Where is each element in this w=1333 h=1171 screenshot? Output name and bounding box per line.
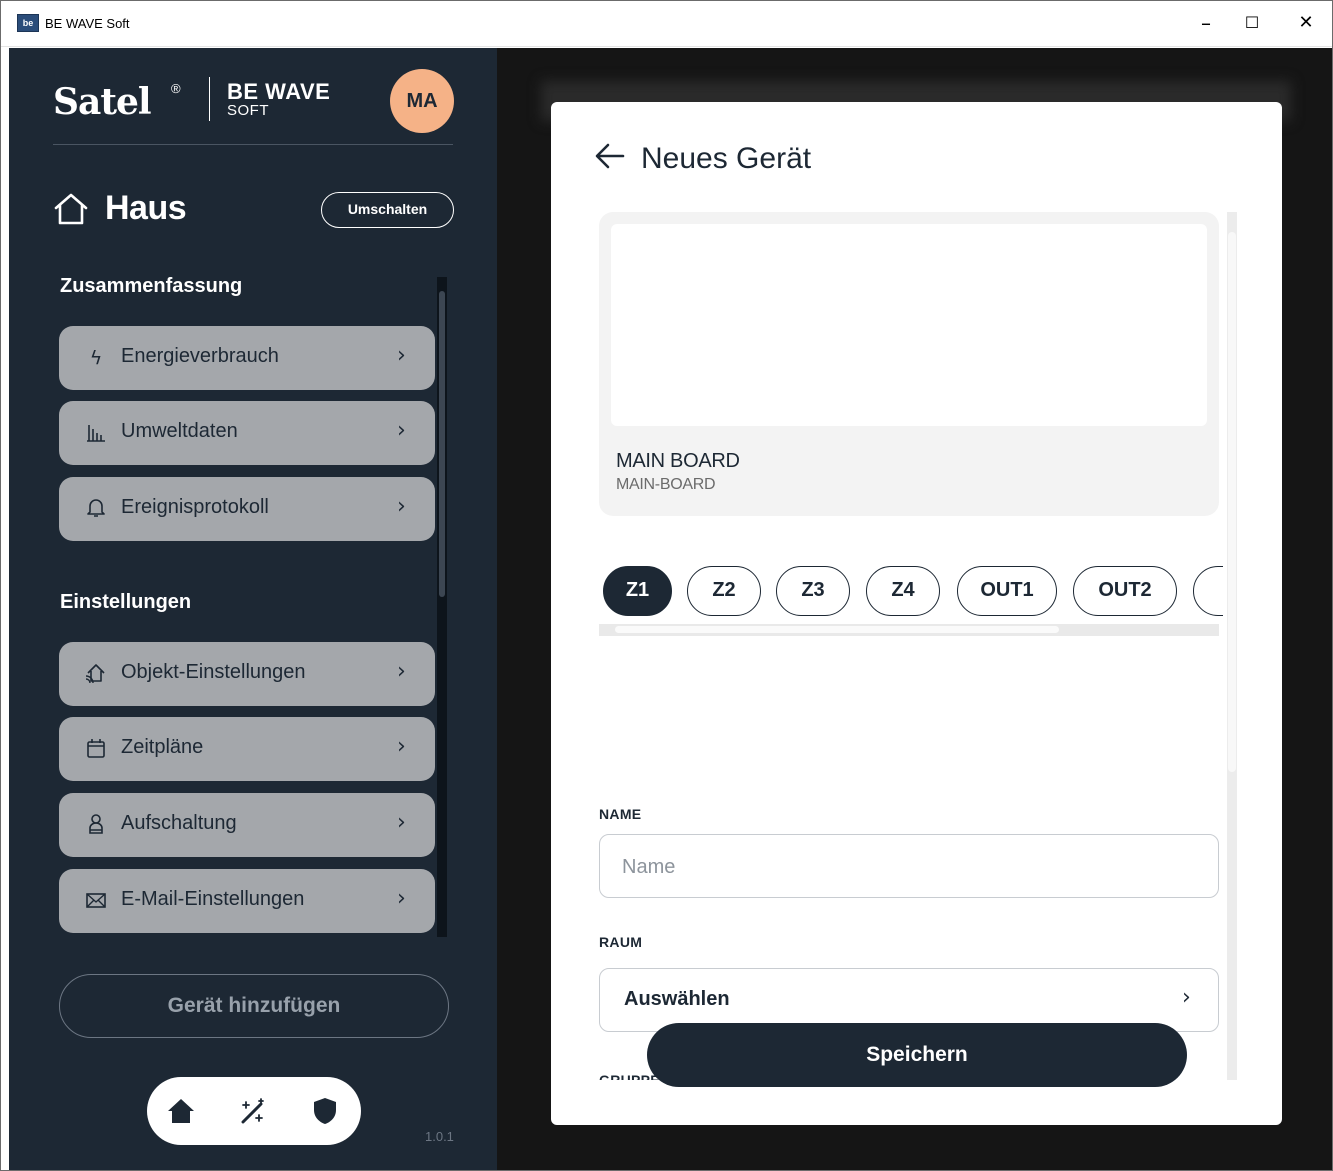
magic-wand-icon[interactable]: [237, 1095, 269, 1127]
device-image: [611, 224, 1207, 426]
lightning-icon: ϟ: [89, 347, 103, 369]
bell-icon: [85, 497, 107, 521]
chevron-right-icon: ›: [397, 494, 406, 519]
device-model: MAIN-BOARD: [616, 476, 716, 493]
menu-item-email-settings[interactable]: E-Mail-Einstellungen ›: [59, 869, 435, 933]
menu-item-label: Ereignisprotokoll: [121, 496, 269, 518]
menu-item-label: Objekt-Einstellungen: [121, 661, 306, 683]
new-device-dialog: Neues Gerät MAIN BOARD MAIN-BOARD Z1 Z2 …: [551, 102, 1282, 1125]
brand-subtitle: SOFT: [227, 102, 269, 119]
name-label: NAME: [599, 806, 642, 822]
house-wifi-icon: [85, 662, 107, 686]
chevron-right-icon: ›: [397, 343, 406, 368]
chevron-right-icon: ›: [397, 418, 406, 443]
menu-item-monitoring[interactable]: Aufschaltung ›: [59, 793, 435, 857]
menu-item-schedules[interactable]: Zeitpläne ›: [59, 717, 435, 781]
maximize-icon[interactable]: ☐: [1229, 7, 1275, 41]
channel-chip[interactable]: Z1: [603, 566, 672, 616]
logo-mark: ®: [171, 81, 181, 96]
app-window: be BE WAVE Soft – ☐ ✕ Satel ® BE WAVE SO…: [0, 0, 1333, 1171]
satel-logo: Satel: [53, 81, 152, 123]
dialog-scroll-area: MAIN BOARD MAIN-BOARD Z1 Z2 Z3 Z4 OUT1 O…: [599, 212, 1223, 1080]
channel-chip[interactable]: Z2: [687, 566, 761, 616]
menu-item-label: Aufschaltung: [121, 812, 237, 834]
menu-item-label: Zeitpläne: [121, 736, 204, 758]
app-version: 1.0.1: [425, 1129, 454, 1144]
location-name: Haus: [105, 189, 187, 227]
summary-heading: Zusammenfassung: [60, 275, 243, 297]
menu-item-label: E-Mail-Einstellungen: [121, 888, 305, 910]
menu-item-environment[interactable]: Umweltdaten ›: [59, 401, 435, 465]
avatar[interactable]: MA: [390, 69, 454, 133]
menu-item-event-log[interactable]: Ereignisprotokoll ›: [59, 477, 435, 541]
dialog-title: Neues Gerät: [641, 142, 812, 175]
chevron-right-icon: ›: [1182, 985, 1191, 1010]
house-icon: [54, 193, 88, 225]
settings-heading: Einstellungen: [60, 591, 192, 613]
menu-item-label: Energieverbrauch: [121, 345, 279, 367]
divider: [53, 144, 453, 145]
save-button[interactable]: Speichern: [647, 1023, 1187, 1087]
close-icon[interactable]: ✕: [1283, 7, 1329, 41]
app-icon: be: [17, 14, 39, 32]
channel-scrollbar-thumb[interactable]: [615, 626, 1059, 633]
bottom-dock: [147, 1077, 361, 1145]
mail-icon: [85, 889, 107, 913]
minimize-icon[interactable]: –: [1183, 7, 1229, 41]
group-label: GRUPPE: [599, 1072, 660, 1080]
menu-item-object-settings[interactable]: Objekt-Einstellungen ›: [59, 642, 435, 706]
channel-chip[interactable]: Z4: [866, 566, 940, 616]
add-device-button[interactable]: Gerät hinzufügen: [59, 974, 449, 1038]
shield-icon[interactable]: [309, 1095, 341, 1127]
channel-chip[interactable]: OUT2: [1073, 566, 1177, 616]
device-name: MAIN BOARD: [616, 450, 740, 472]
channel-chip-overflow[interactable]: [1193, 566, 1223, 616]
logo-separator: [209, 77, 210, 121]
title-bar: be BE WAVE Soft – ☐ ✕: [1, 1, 1332, 47]
chevron-right-icon: ›: [397, 810, 406, 835]
chevron-right-icon: ›: [397, 659, 406, 684]
bar-chart-icon: [85, 421, 107, 445]
room-select-value: Auswählen: [624, 988, 730, 1010]
name-input[interactable]: [622, 853, 1192, 881]
menu-item-label: Umweltdaten: [121, 420, 238, 442]
dialog-scrollbar-thumb[interactable]: [1228, 232, 1236, 772]
menu-item-energy[interactable]: ϟ Energieverbrauch ›: [59, 326, 435, 390]
name-field[interactable]: [599, 834, 1219, 898]
person-icon: [85, 813, 107, 837]
calendar-icon: [85, 737, 107, 761]
chevron-right-icon: ›: [397, 886, 406, 911]
channel-chip[interactable]: Z3: [776, 566, 850, 616]
menu-scrollbar-thumb[interactable]: [439, 291, 445, 597]
home-icon[interactable]: [165, 1095, 197, 1127]
window-title: BE WAVE Soft: [45, 16, 130, 31]
back-arrow-icon[interactable]: [593, 140, 627, 172]
room-label: RAUM: [599, 934, 643, 950]
switch-location-button[interactable]: Umschalten: [321, 192, 454, 228]
device-card: MAIN BOARD MAIN-BOARD: [599, 212, 1219, 516]
chevron-right-icon: ›: [397, 734, 406, 759]
channel-chip[interactable]: OUT1: [957, 566, 1057, 616]
